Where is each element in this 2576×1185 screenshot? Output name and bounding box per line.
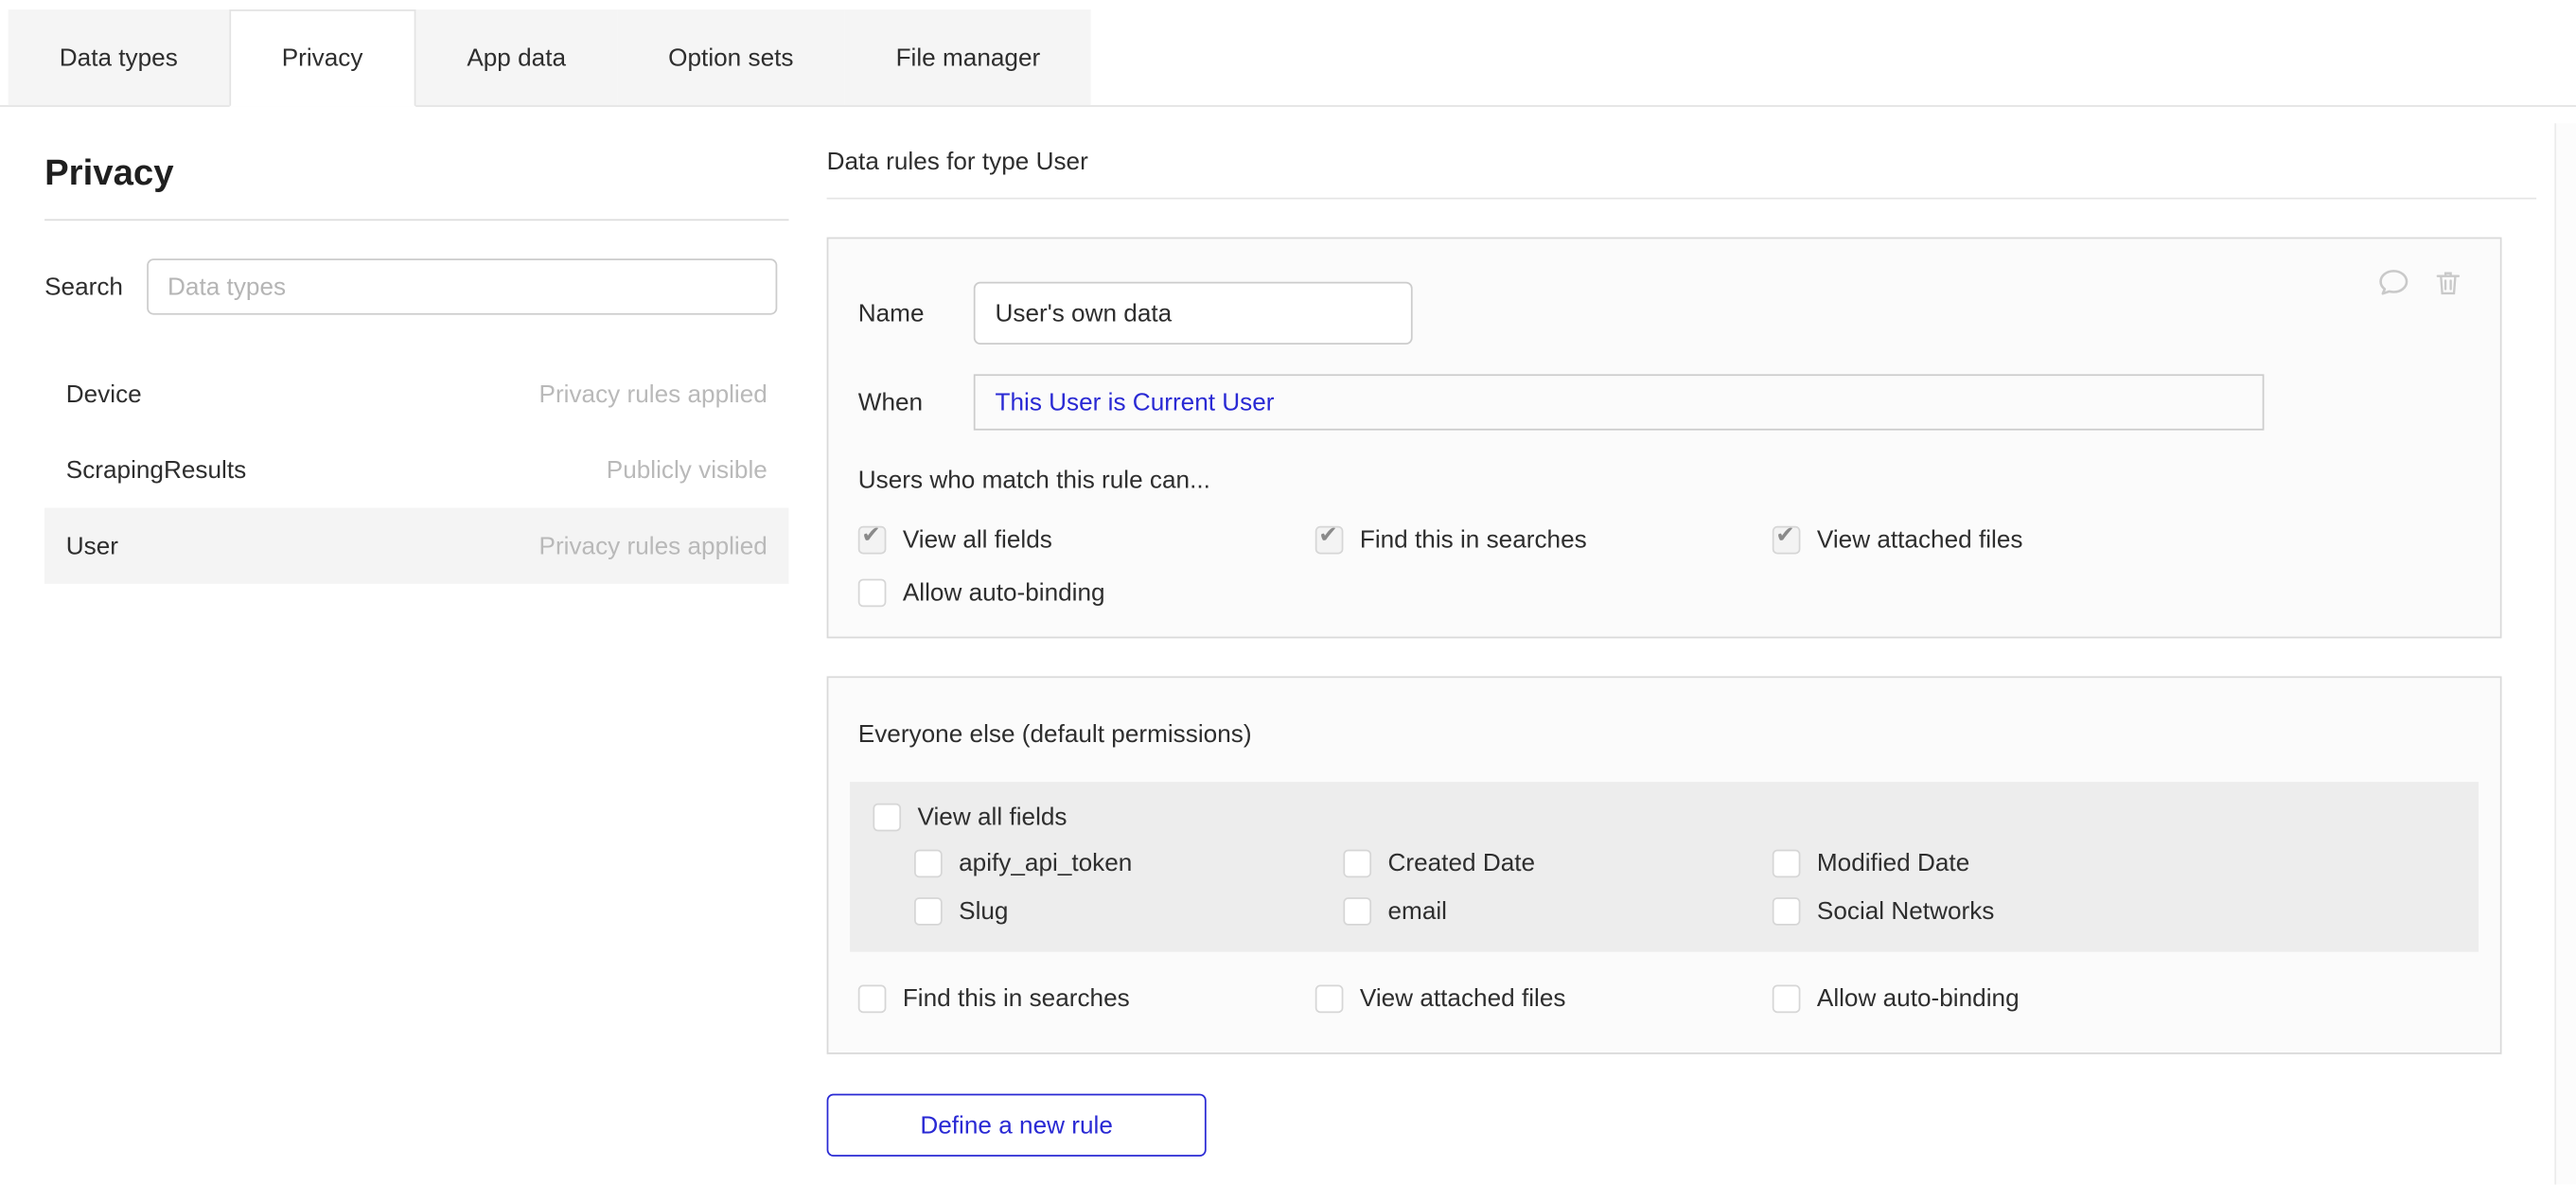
checkbox-label: View all fields xyxy=(918,804,1067,832)
rule-perm-view-attached-files[interactable]: View attached files xyxy=(1773,526,2471,555)
checkbox[interactable] xyxy=(914,897,943,926)
checkbox[interactable] xyxy=(858,985,887,1014)
field-slug[interactable]: Slug xyxy=(914,897,1343,926)
default-permissions-grid: Find this in searches View attached files… xyxy=(858,985,2471,1014)
rule-name-input[interactable] xyxy=(974,282,1413,345)
default-permissions-card: Everyone else (default permissions) View… xyxy=(827,676,2502,1053)
comment-icon[interactable] xyxy=(2376,265,2411,300)
checkbox[interactable] xyxy=(1343,897,1371,926)
view-all-fields-slot: View all fields xyxy=(873,804,2455,832)
data-type-status: Privacy rules applied xyxy=(538,532,767,560)
default-permissions-title: Everyone else (default permissions) xyxy=(858,721,2471,750)
default-perm-allow-auto-binding[interactable]: Allow auto-binding xyxy=(1773,985,2471,1014)
data-type-name: User xyxy=(66,532,118,560)
checkbox[interactable] xyxy=(873,804,901,832)
rule-permissions-grid: View all fields Find this in searches View… xyxy=(858,526,2471,607)
checkbox[interactable] xyxy=(1773,897,1801,926)
divider xyxy=(44,219,788,221)
divider xyxy=(827,198,2537,200)
when-condition-box[interactable]: This User is Current User xyxy=(974,374,2265,430)
rule-perm-view-all-fields[interactable]: View all fields xyxy=(858,526,1315,555)
checkbox-label: Created Date xyxy=(1387,850,1535,878)
tab-file-manager[interactable]: File manager xyxy=(845,9,1092,105)
tab-bar: Data typesPrivacyApp dataOption setsFile… xyxy=(0,9,2576,107)
checkbox-label: Allow auto-binding xyxy=(1817,985,2020,1014)
rule-perm-find-this-in-searches[interactable]: Find this in searches xyxy=(1315,526,1773,555)
rule-perm-allow-auto-binding[interactable]: Allow auto-binding xyxy=(858,579,1315,608)
checkbox[interactable] xyxy=(1773,850,1801,878)
rule-card-actions xyxy=(2376,265,2463,300)
name-row: Name xyxy=(858,282,2471,345)
checkbox-label: View attached files xyxy=(1360,985,1566,1014)
page-title: Privacy xyxy=(44,151,788,194)
rule-card: Name When This User is Current User User… xyxy=(827,238,2502,639)
list-item-device[interactable]: Device Privacy rules applied xyxy=(44,356,788,432)
data-type-status: Publicly visible xyxy=(607,456,768,485)
checkbox-label: View all fields xyxy=(903,526,1052,555)
checkbox[interactable] xyxy=(914,850,943,878)
data-rules-header: Data rules for type User xyxy=(827,148,2537,176)
data-type-name: Device xyxy=(66,380,142,408)
checkbox-label: Find this in searches xyxy=(903,985,1130,1014)
data-type-name: ScrapingResults xyxy=(66,456,246,485)
field-apify-api-token[interactable]: apify_api_token xyxy=(914,850,1343,878)
checkbox-label: Slug xyxy=(959,897,1008,926)
checkbox[interactable] xyxy=(1773,526,1801,555)
permissions-intro: Users who match this rule can... xyxy=(858,467,2471,495)
checkbox-label: Modified Date xyxy=(1817,850,1969,878)
list-item-scrapingresults[interactable]: ScrapingResults Publicly visible xyxy=(44,432,788,507)
search-label: Search xyxy=(44,273,123,301)
checkbox-label: Social Networks xyxy=(1817,897,1995,926)
checkbox-label: apify_api_token xyxy=(959,850,1132,878)
fields-section: View all fields apify_api_token Created D… xyxy=(850,782,2479,952)
checkbox[interactable] xyxy=(1315,526,1344,555)
default-perm-view-all-fields[interactable]: View all fields xyxy=(873,804,2455,832)
field-modified-date[interactable]: Modified Date xyxy=(1773,850,2456,878)
field-email[interactable]: email xyxy=(1343,897,1772,926)
tab-option-sets[interactable]: Option sets xyxy=(617,9,844,105)
tab-privacy[interactable]: Privacy xyxy=(229,9,415,107)
data-type-list: Device Privacy rules applied ScrapingResul… xyxy=(44,356,788,584)
when-label: When xyxy=(858,388,974,416)
name-label: Name xyxy=(858,299,974,327)
checkbox[interactable] xyxy=(1315,985,1344,1014)
checkbox-label: View attached files xyxy=(1817,526,2023,555)
default-perm-find-this-in-searches[interactable]: Find this in searches xyxy=(858,985,1315,1014)
tab-data-types[interactable]: Data types xyxy=(9,9,229,105)
checkbox-label: email xyxy=(1387,897,1447,926)
data-type-status: Privacy rules applied xyxy=(538,380,767,408)
checkbox[interactable] xyxy=(858,526,887,555)
scrollbar[interactable] xyxy=(2554,123,2576,1184)
search-row: Search xyxy=(44,258,788,314)
checkbox[interactable] xyxy=(858,579,887,608)
search-input[interactable] xyxy=(146,258,776,314)
define-new-rule-button[interactable]: Define a new rule xyxy=(827,1094,1207,1157)
when-condition-text: This User is Current User xyxy=(995,388,1274,416)
field-created-date[interactable]: Created Date xyxy=(1343,850,1772,878)
field-social-networks[interactable]: Social Networks xyxy=(1773,897,2456,926)
checkbox-label: Find this in searches xyxy=(1360,526,1587,555)
when-row: When This User is Current User xyxy=(858,374,2471,430)
tab-app-data[interactable]: App data xyxy=(415,9,617,105)
privacy-sidebar: Privacy Search Device Privacy rules appli… xyxy=(0,107,789,584)
checkbox[interactable] xyxy=(1343,850,1371,878)
checkbox[interactable] xyxy=(1773,985,1801,1014)
default-perm-view-attached-files[interactable]: View attached files xyxy=(1315,985,1773,1014)
content-area: Privacy Search Device Privacy rules appli… xyxy=(0,107,2576,1157)
fields-grid: apify_api_token Created Date Modified Date… xyxy=(914,850,2456,926)
list-item-user[interactable]: User Privacy rules applied xyxy=(44,508,788,584)
checkbox-label: Allow auto-binding xyxy=(903,579,1105,608)
privacy-main-panel: Data rules for type User xyxy=(827,107,2537,1157)
app-window: Data typesPrivacyApp dataOption setsFile… xyxy=(0,9,2576,1185)
trash-icon[interactable] xyxy=(2432,265,2463,300)
